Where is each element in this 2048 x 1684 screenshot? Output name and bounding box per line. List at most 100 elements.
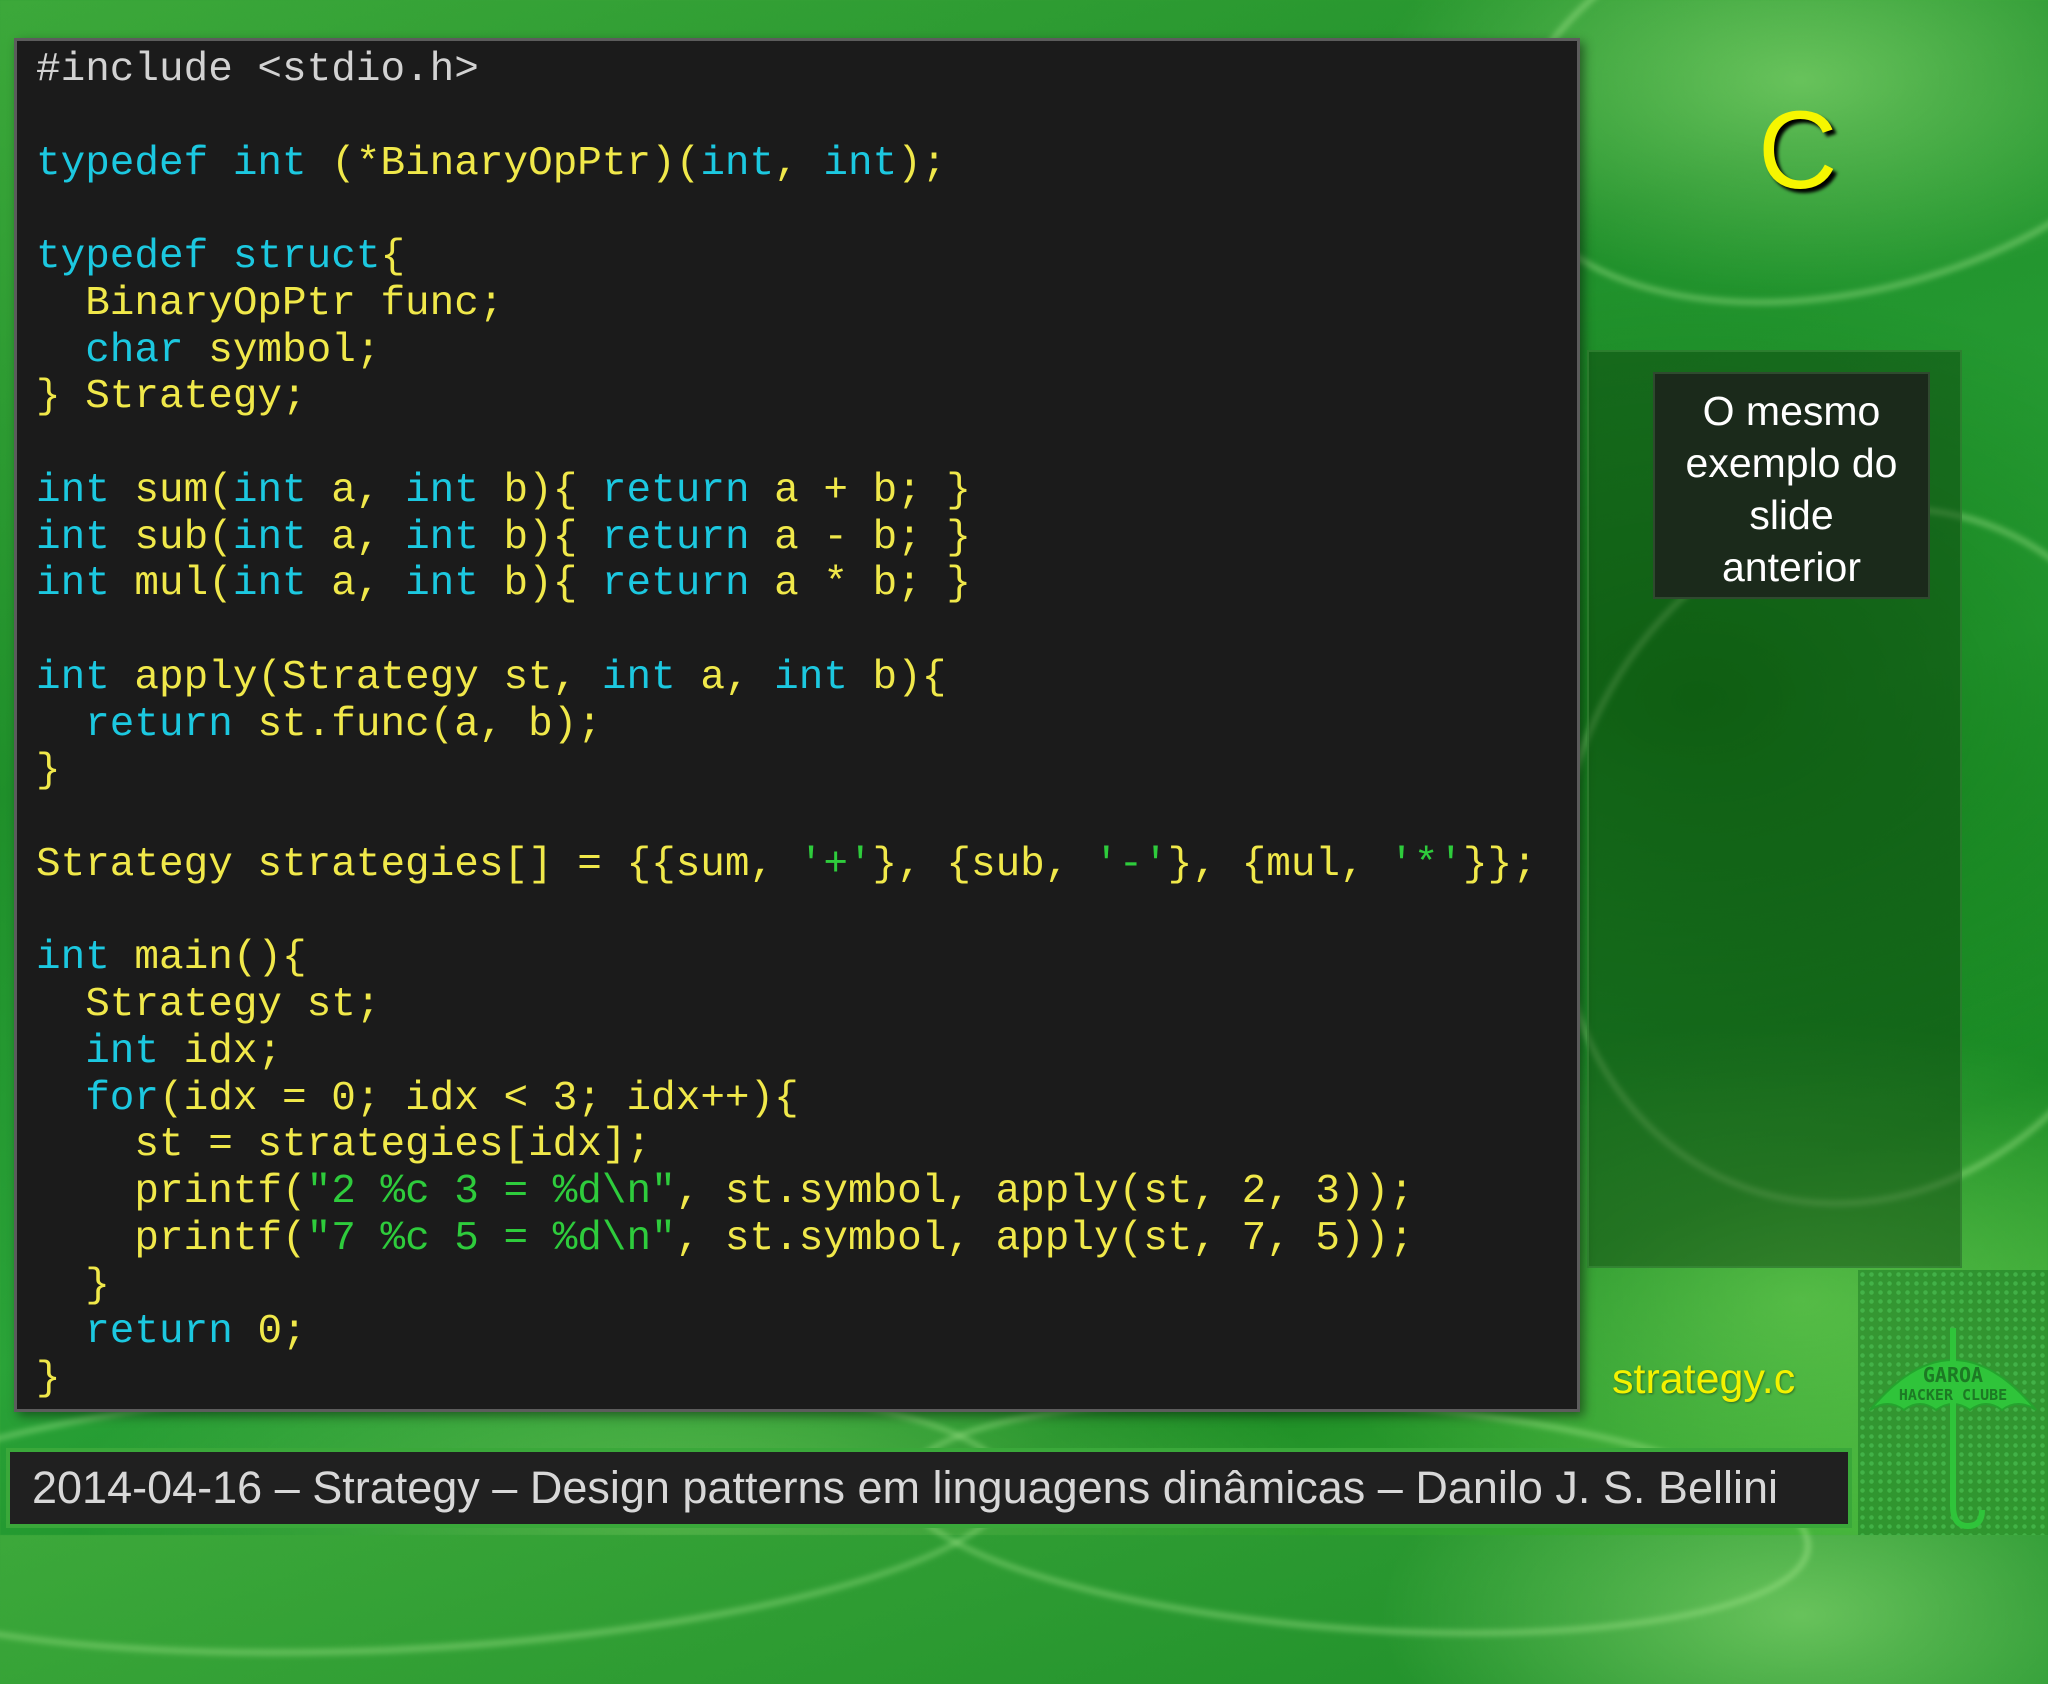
code-line: } <box>36 1263 1537 1310</box>
code-line: st = strategies[idx]; <box>36 1122 1537 1169</box>
note-line: O mesmo <box>1702 388 1881 434</box>
code-token: , st.symbol, apply(st, 7, 5)); <box>675 1215 1414 1262</box>
code-token: } Strategy; <box>36 374 307 421</box>
code-token: } <box>36 748 61 795</box>
code-block: #include <stdio.h> typedef int (*BinaryOp… <box>36 47 1537 1403</box>
code-line: for(idx = 0; idx < 3; idx++){ <box>36 1076 1537 1123</box>
logo-text-hacker-clube: HACKER CLUBE <box>1899 1386 2007 1404</box>
code-token: '+' <box>798 841 873 888</box>
code-panel: #include <stdio.h> typedef int (*BinaryOp… <box>14 38 1580 1412</box>
code-token: printf( <box>36 1215 307 1262</box>
code-token: "2 %c 3 = %d\n" <box>306 1169 676 1215</box>
code-token: a * b; } <box>749 561 971 608</box>
code-token: b){ <box>847 654 947 701</box>
code-token: apply(Strategy st, <box>109 654 602 701</box>
code-line: int sub(int a, int b){ return a - b; } <box>36 515 1537 562</box>
note-box: O mesmo exemplo do slide anterior <box>1653 372 1930 599</box>
code-line: return st.func(a, b); <box>36 702 1537 749</box>
code-token: int <box>36 1028 160 1075</box>
code-token: return <box>36 1309 233 1356</box>
code-token: return <box>36 701 233 748</box>
code-line: int main(){ <box>36 935 1537 982</box>
code-line: } <box>36 1356 1537 1403</box>
code-line: return 0; <box>36 1309 1537 1356</box>
code-token: st.func(a, b); <box>232 701 602 748</box>
code-token: printf( <box>36 1169 307 1215</box>
code-token: symbol; <box>183 327 381 374</box>
code-token: , <box>774 140 824 187</box>
code-token: int <box>774 654 848 701</box>
code-line: char symbol; <box>36 328 1537 375</box>
code-token: sub( <box>109 514 233 561</box>
umbrella-icon: GAROA HACKER CLUBE <box>1869 1328 2037 1530</box>
code-token: for <box>36 1075 160 1122</box>
code-line: } Strategy; <box>36 374 1537 421</box>
code-line: typedef struct{ <box>36 234 1537 281</box>
code-line: } <box>36 748 1537 795</box>
code-token: a, <box>306 514 406 561</box>
code-token: a, <box>675 654 775 701</box>
code-token: st = strategies[idx]; <box>36 1122 652 1169</box>
code-token: idx; <box>159 1028 283 1075</box>
code-token: } <box>36 1356 61 1402</box>
code-token: main(){ <box>109 935 307 982</box>
code-token: mul( <box>109 561 233 608</box>
code-token: , st.symbol, apply(st, 2, 3)); <box>675 1169 1414 1215</box>
code-token: int <box>36 467 110 514</box>
code-token: a, <box>306 467 406 514</box>
code-token: int <box>232 561 307 608</box>
code-line: printf("7 %c 5 = %d\n", st.symbol, apply… <box>36 1216 1537 1263</box>
code-line: int mul(int a, int b){ return a * b; } <box>36 561 1537 608</box>
code-token: int <box>405 514 479 561</box>
code-token: int <box>405 467 479 514</box>
code-token: { <box>380 234 406 280</box>
code-token: a - b; } <box>749 514 971 561</box>
code-token: int <box>601 654 676 701</box>
note-line: anterior <box>1721 544 1861 590</box>
code-token: b){ <box>478 514 602 561</box>
footer-text: 2014-04-16 – Strategy – Design patterns … <box>32 1462 1778 1513</box>
code-token: b){ <box>478 467 602 514</box>
code-token: int <box>232 467 307 514</box>
note-line: exemplo do <box>1685 440 1898 486</box>
code-token: Strategy st; <box>36 982 381 1028</box>
code-token: ); <box>897 140 947 187</box>
code-token: a, <box>306 561 406 608</box>
code-token: char <box>36 327 184 374</box>
code-line: Strategy strategies[] = {{sum, '+'}, {su… <box>36 842 1537 889</box>
code-token: } <box>36 1262 110 1309</box>
code-token: return <box>601 467 750 514</box>
code-token: }, {sub, <box>872 841 1094 888</box>
code-token: a + b; } <box>749 467 971 514</box>
filename-label: strategy.c <box>1612 1355 1796 1403</box>
code-line: int apply(Strategy st, int a, int b){ <box>36 655 1537 702</box>
code-token: #include <stdio.h> <box>36 47 479 93</box>
code-line: typedef int (*BinaryOpPtr)(int, int); <box>36 141 1537 188</box>
code-token: typedef struct <box>36 234 381 280</box>
code-token: int <box>36 561 110 608</box>
code-token: "7 %c 5 = %d\n" <box>306 1215 676 1262</box>
code-token: '*' <box>1389 841 1464 888</box>
code-token: Strategy strategies[] = {{sum, <box>36 841 799 888</box>
code-line: BinaryOpPtr func; <box>36 281 1537 328</box>
code-token: BinaryOpPtr func; <box>36 280 504 327</box>
code-token: }, {mul, <box>1167 841 1390 888</box>
code-token: int <box>36 935 110 982</box>
code-token: int <box>232 514 307 561</box>
code-token: return <box>601 514 750 561</box>
code-token: typedef int <box>36 140 307 187</box>
code-line: #include <stdio.h> <box>36 47 1537 94</box>
code-line: printf("2 %c 3 = %d\n", st.symbol, apply… <box>36 1169 1537 1216</box>
code-token: (idx = 0; idx < 3; idx++){ <box>159 1075 799 1122</box>
garoa-logo: GAROA HACKER CLUBE <box>1858 1270 2048 1535</box>
code-token: 0; <box>232 1309 307 1356</box>
code-token: sum( <box>109 467 233 514</box>
code-token: return <box>601 561 750 608</box>
code-token: '-' <box>1093 841 1168 888</box>
code-token: b){ <box>478 561 602 608</box>
code-line: Strategy st; <box>36 982 1537 1029</box>
